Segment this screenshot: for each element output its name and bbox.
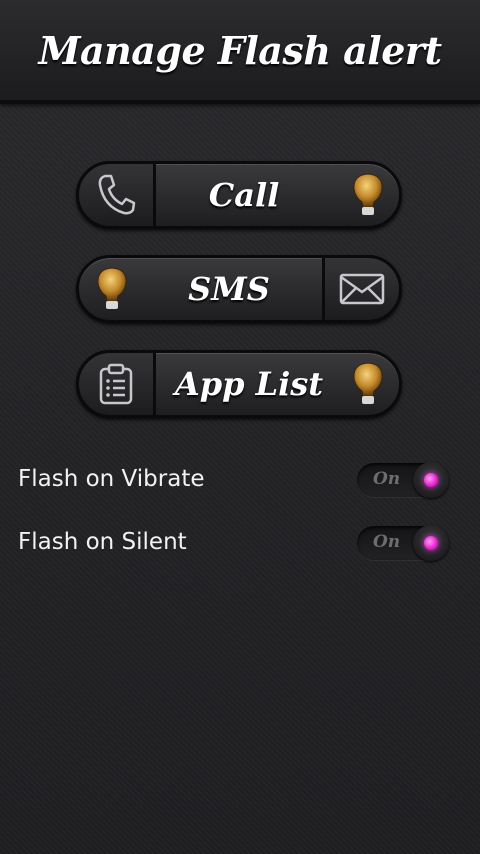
phone-icon bbox=[98, 174, 136, 215]
envelope-icon bbox=[339, 273, 385, 305]
app-list-button[interactable]: App List bbox=[76, 350, 402, 418]
flash-on-silent-label: Flash on Silent bbox=[18, 529, 187, 555]
clipboard-list-icon bbox=[99, 363, 133, 405]
toggle-state-text: On bbox=[373, 469, 401, 489]
call-label: Call bbox=[208, 176, 280, 214]
lightbulb-icon bbox=[353, 362, 383, 404]
sms-button[interactable]: SMS bbox=[76, 255, 402, 323]
page-title: Manage Flash alert bbox=[38, 27, 442, 73]
toggle-knob[interactable] bbox=[413, 462, 449, 498]
flash-on-vibrate-label: Flash on Vibrate bbox=[18, 466, 205, 492]
sms-icon-segment[interactable] bbox=[322, 255, 402, 323]
sms-label: SMS bbox=[188, 270, 270, 308]
lightbulb-icon bbox=[353, 173, 383, 215]
app-list-icon-segment[interactable] bbox=[76, 350, 156, 418]
app-list-label: App List bbox=[174, 365, 324, 403]
toggle-state-text: On bbox=[373, 532, 401, 552]
call-button[interactable]: Call bbox=[76, 161, 402, 229]
flash-on-silent-toggle[interactable]: On bbox=[357, 525, 449, 561]
toggle-knob[interactable] bbox=[413, 525, 449, 561]
call-icon-segment[interactable] bbox=[76, 161, 156, 229]
flash-on-vibrate-toggle[interactable]: On bbox=[357, 462, 449, 498]
lightbulb-icon bbox=[97, 267, 127, 309]
app-header: Manage Flash alert bbox=[0, 0, 480, 104]
